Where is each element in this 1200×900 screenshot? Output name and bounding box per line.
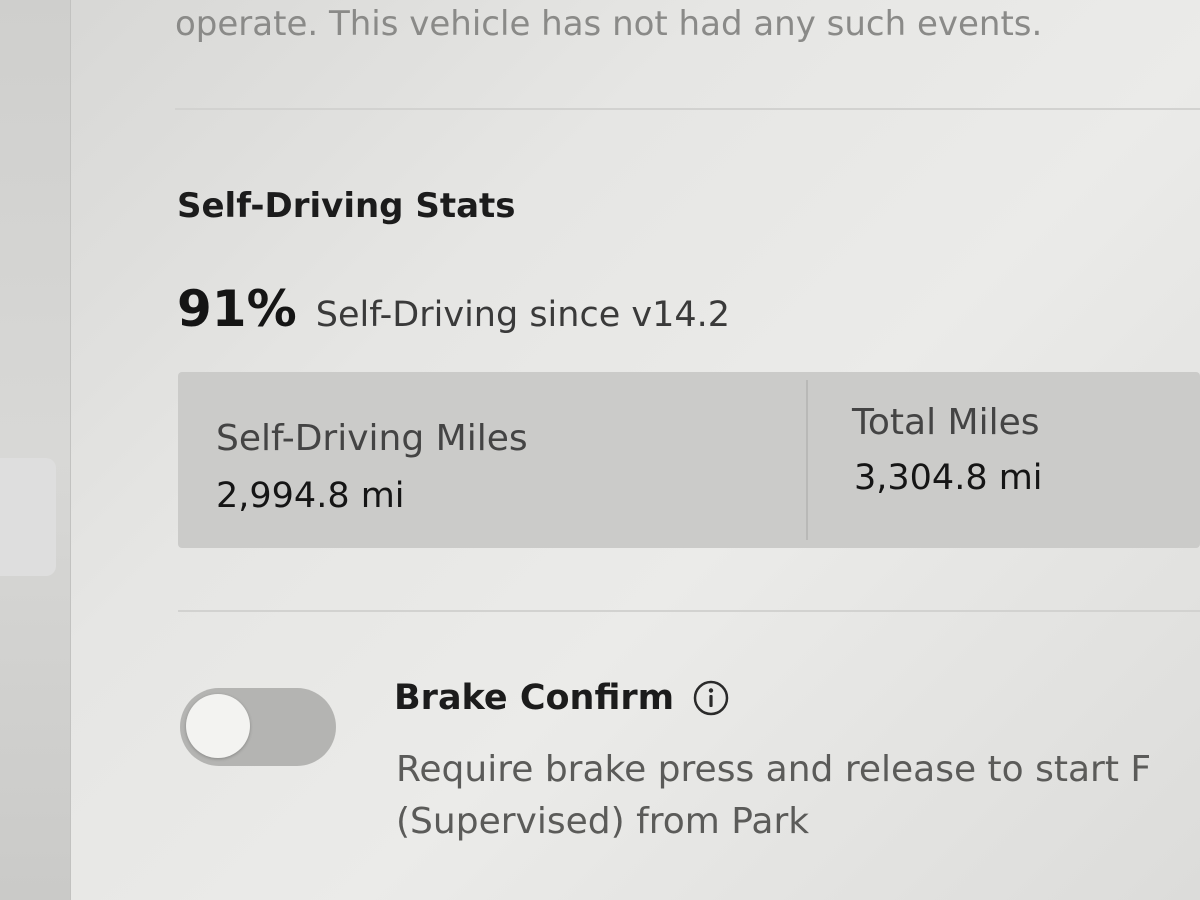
self-driving-percent-caption: Self-Driving since v14.2 [315, 295, 731, 335]
self-driving-miles-label: Self-Driving Miles [216, 418, 528, 459]
brake-confirm-header: Brake Confirm [394, 678, 729, 718]
brake-confirm-title: Brake Confirm [394, 678, 675, 718]
self-driving-miles-cell: Self-Driving Miles 2,994.8 mi [178, 372, 806, 548]
total-miles-label: Total Miles [852, 402, 1040, 443]
section-divider [175, 108, 1200, 110]
brake-confirm-description: Require brake press and release to start… [396, 744, 1200, 848]
total-miles-cell: Total Miles 3,304.8 mi [808, 372, 1200, 548]
brake-confirm-toggle[interactable] [180, 688, 336, 766]
miles-stats-box: Self-Driving Miles 2,994.8 mi Total Mile… [178, 372, 1200, 548]
sidebar-tab[interactable] [0, 458, 56, 576]
brake-confirm-description-line2: (Supervised) from Park [396, 801, 810, 842]
sidebar-pane [0, 0, 71, 900]
total-miles-value: 3,304.8 mi [854, 458, 1043, 498]
info-circle-icon[interactable] [693, 680, 729, 716]
self-driving-percent: 91% [177, 280, 297, 338]
section-divider [178, 610, 1200, 612]
previous-section-note: operate. This vehicle has not had any su… [175, 4, 1043, 44]
section-title-self-driving-stats: Self-Driving Stats [177, 186, 516, 226]
brake-confirm-description-line1: Require brake press and release to start… [396, 749, 1152, 790]
self-driving-percent-row: 91% Self-Driving since v14.2 [177, 280, 730, 338]
toggle-knob [186, 694, 250, 758]
self-driving-miles-value: 2,994.8 mi [216, 476, 405, 516]
